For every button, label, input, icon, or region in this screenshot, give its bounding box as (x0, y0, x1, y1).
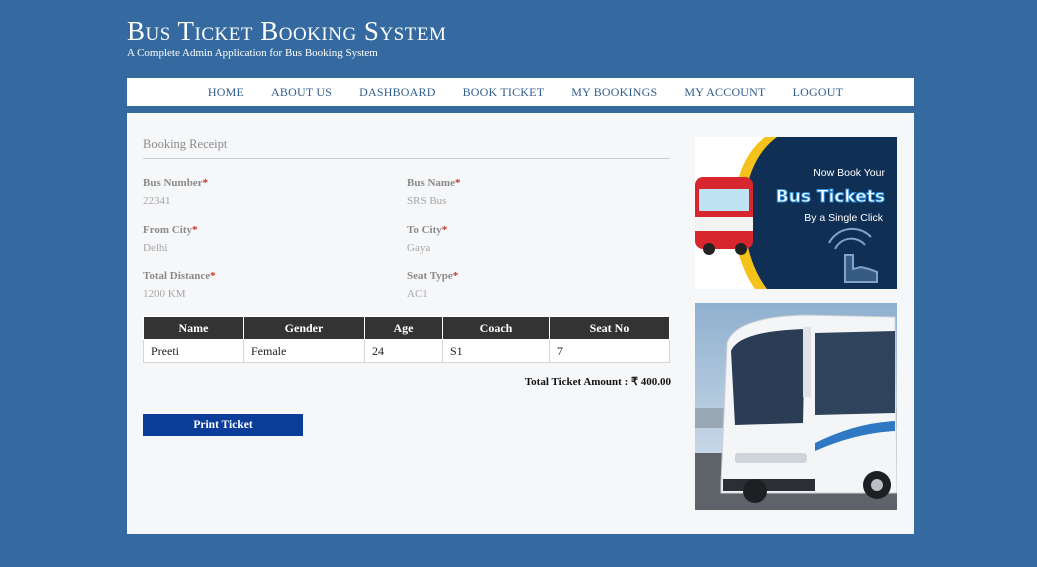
cell-name: Preeti (143, 339, 244, 363)
bus-tickets-ad-banner[interactable]: Now Book Your Bus Tickets By a Single Cl… (695, 137, 897, 289)
coach-bus-image (695, 303, 897, 510)
nav-home[interactable]: HOME (208, 85, 244, 100)
from-city-value: Delhi (143, 242, 168, 254)
col-seat-no: Seat No (549, 316, 670, 340)
site-header: Bus Ticket Booking System A Complete Adm… (127, 14, 446, 59)
receipt-title: Booking Receipt (143, 137, 228, 151)
table-row: Preeti Female 24 S1 7 (143, 339, 670, 363)
nav-about-us[interactable]: ABOUT US (271, 85, 332, 100)
to-city-field: To City* Gaya (407, 224, 447, 254)
nav-book-ticket[interactable]: BOOK TICKET (463, 85, 545, 100)
from-city-label: From City* (143, 224, 198, 236)
required-mark: * (210, 270, 216, 282)
ad-line-3: By a Single Click (804, 212, 884, 224)
seat-type-value: AC1 (407, 288, 428, 300)
col-age: Age (364, 316, 443, 340)
required-mark: * (202, 177, 209, 189)
required-mark: * (191, 224, 198, 236)
to-city-label: To City* (407, 224, 448, 236)
required-mark: * (452, 270, 459, 282)
seat-type-field: Seat Type* AC1 (407, 270, 458, 300)
site-subtitle: A Complete Admin Application for Bus Boo… (127, 47, 378, 59)
bus-number-value: 22341 (143, 195, 171, 207)
nav-my-account[interactable]: MY ACCOUNT (684, 85, 765, 100)
seat-type-label: Seat Type* (407, 270, 459, 282)
bus-number-label: Bus Number* (143, 177, 209, 189)
bus-name-value: SRS Bus (407, 195, 447, 207)
distance-value: 1200 KM (143, 288, 186, 300)
cell-coach: S1 (442, 339, 550, 363)
ad-line-1: Now Book Your (813, 167, 885, 179)
nav-dashboard[interactable]: DASHBOARD (359, 85, 435, 100)
required-mark: * (441, 224, 448, 236)
distance-label: Total Distance* (143, 270, 216, 282)
nav-logout[interactable]: LOGOUT (793, 85, 844, 100)
col-gender: Gender (243, 316, 365, 340)
main-nav: HOME ABOUT US DASHBOARD BOOK TICKET MY B… (127, 78, 914, 109)
site-title: Bus Ticket Booking System (127, 16, 447, 46)
nav-my-bookings[interactable]: MY BOOKINGS (571, 85, 657, 100)
table-header-row: Name Gender Age Coach Seat No (143, 316, 670, 340)
red-bus-image (695, 177, 753, 255)
from-city-field: From City* Delhi (143, 224, 197, 254)
divider (143, 158, 670, 159)
to-city-value: Gaya (407, 242, 431, 254)
bus-name-field: Bus Name* SRS Bus (407, 177, 460, 207)
cell-age: 24 (364, 339, 443, 363)
bus-number-field: Bus Number* 22341 (143, 177, 208, 207)
distance-field: Total Distance* 1200 KM (143, 270, 216, 300)
cell-gender: Female (243, 339, 365, 363)
print-ticket-button[interactable]: Print Ticket (143, 414, 303, 436)
required-mark: * (454, 177, 461, 189)
bus-name-label: Bus Name* (407, 177, 461, 189)
col-coach: Coach (442, 316, 550, 340)
ad-line-2: Bus Tickets (776, 187, 885, 207)
passenger-table: Name Gender Age Coach Seat No Preeti Fem… (143, 316, 670, 363)
cell-seat-no: 7 (549, 339, 670, 363)
total-amount: Total Ticket Amount : ₹ 400.00 (524, 376, 671, 388)
col-name: Name (143, 316, 244, 340)
content-panel: Booking Receipt Bus Number* 22341 Bus Na… (127, 113, 914, 534)
